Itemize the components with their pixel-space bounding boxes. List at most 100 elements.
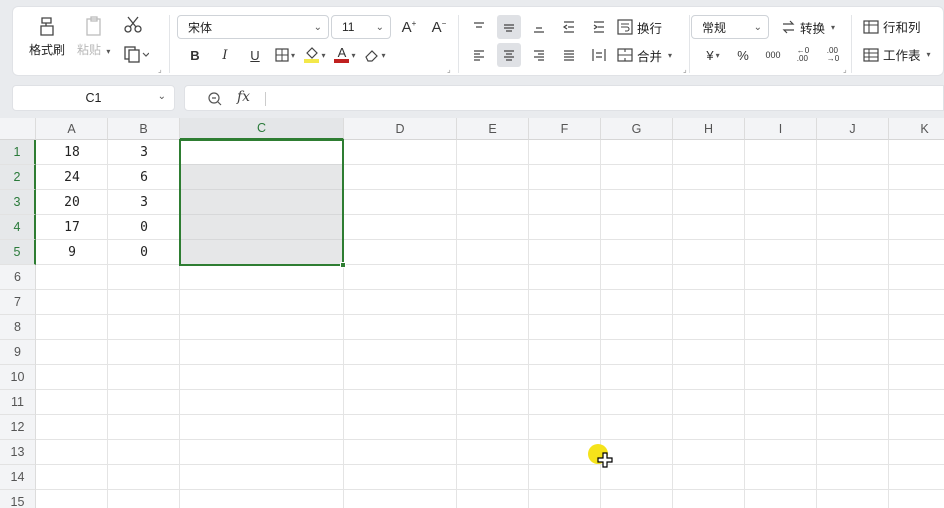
convert-icon xyxy=(782,20,795,34)
align-center-button[interactable] xyxy=(497,43,521,67)
cell-a1[interactable]: 18 xyxy=(36,140,108,165)
row-header-14[interactable]: 14 xyxy=(0,465,36,490)
justify-button[interactable] xyxy=(557,43,581,67)
outdent-icon xyxy=(562,21,574,33)
underline-button[interactable]: U xyxy=(243,43,267,67)
thousands-icon: 000 xyxy=(765,50,781,60)
decrease-indent-button[interactable] xyxy=(557,15,581,39)
copy-button[interactable] xyxy=(123,45,149,63)
align-right-button[interactable] xyxy=(527,43,551,67)
align-bottom-button[interactable] xyxy=(527,15,551,39)
function-icon[interactable]: fx xyxy=(237,89,250,105)
font-name-value: 宋体 xyxy=(188,20,213,35)
zoom-icon[interactable] xyxy=(207,91,223,112)
increase-font-button[interactable]: A+ xyxy=(397,15,421,39)
name-box[interactable]: C1 ⌄ xyxy=(12,85,175,111)
font-size-value: 11 xyxy=(342,20,355,34)
number-format-select[interactable]: 常规 ⌄ xyxy=(691,15,769,39)
column-header-f[interactable]: F xyxy=(529,118,601,140)
cut-button[interactable] xyxy=(123,15,143,35)
column-header-d[interactable]: D xyxy=(344,118,457,140)
decrease-decimal-button[interactable]: .00 →0 xyxy=(821,43,845,67)
font-dialog-launcher[interactable]: ⌟ xyxy=(447,65,451,74)
row-header-1[interactable]: 1 xyxy=(0,140,36,165)
row-header-8[interactable]: 8 xyxy=(0,315,36,340)
row-header-13[interactable]: 13 xyxy=(0,440,36,465)
gridline xyxy=(36,464,944,465)
increase-decimal-button[interactable]: ←0.00 xyxy=(791,43,815,67)
percent-button[interactable]: % xyxy=(731,43,755,67)
column-header-c[interactable]: C xyxy=(180,118,344,140)
gridline xyxy=(36,489,944,490)
selection-range[interactable] xyxy=(179,139,346,268)
distribute-button[interactable] xyxy=(587,43,611,67)
thousands-button[interactable]: 000 xyxy=(761,43,785,67)
increase-indent-button[interactable] xyxy=(587,15,611,39)
gridline xyxy=(672,140,673,508)
merge-button[interactable]: 合并 ▾ xyxy=(617,46,672,65)
column-header-a[interactable]: A xyxy=(36,118,108,140)
paste-button[interactable]: 粘贴 ▾ xyxy=(77,15,110,58)
column-header-e[interactable]: E xyxy=(457,118,529,140)
cell-a3[interactable]: 20 xyxy=(36,190,108,215)
font-color-button[interactable]: A ▾ xyxy=(333,43,357,67)
row-header-15[interactable]: 15 xyxy=(0,490,36,508)
select-all-corner[interactable] xyxy=(0,118,36,140)
align-top-button[interactable] xyxy=(467,15,491,39)
column-header-k[interactable]: K xyxy=(889,118,944,140)
column-header-j[interactable]: J xyxy=(817,118,889,140)
alignment-dialog-launcher[interactable]: ⌟ xyxy=(683,65,687,74)
row-header-6[interactable]: 6 xyxy=(0,265,36,290)
align-left-button[interactable] xyxy=(467,43,491,67)
active-cell[interactable] xyxy=(181,141,342,164)
row-header-4[interactable]: 4 xyxy=(0,215,36,240)
number-dialog-launcher[interactable]: ⌟ xyxy=(843,65,847,74)
wrap-text-button[interactable]: 换行 xyxy=(617,18,662,37)
font-color-swatch xyxy=(334,59,350,63)
fill-color-button[interactable]: ▾ xyxy=(303,43,327,67)
formula-bar[interactable]: fx xyxy=(184,85,944,111)
cell-b3[interactable]: 3 xyxy=(108,190,180,215)
row-header-2[interactable]: 2 xyxy=(0,165,36,190)
cell-b5[interactable]: 0 xyxy=(108,240,180,265)
row-header-7[interactable]: 7 xyxy=(0,290,36,315)
font-group: 宋体 ⌄ 11 ⌄ A+ A− B I U ▾ ▾ A ▾ ▾ ⌟ xyxy=(177,7,455,77)
font-name-select[interactable]: 宋体 ⌄ xyxy=(177,15,329,39)
bold-button[interactable]: B xyxy=(183,43,207,67)
align-middle-button[interactable] xyxy=(497,15,521,39)
worksheet-button[interactable]: 工作表 ▾ xyxy=(863,45,931,64)
column-header-h[interactable]: H xyxy=(673,118,745,140)
column-header-g[interactable]: G xyxy=(601,118,673,140)
italic-button[interactable]: I xyxy=(213,43,237,67)
format-painter-button[interactable]: 格式刷 xyxy=(29,15,65,58)
cell-a4[interactable]: 17 xyxy=(36,215,108,240)
cell-b1[interactable]: 3 xyxy=(108,140,180,165)
format-painter-label: 格式刷 xyxy=(29,43,66,57)
font-size-select[interactable]: 11 ⌄ xyxy=(331,15,391,39)
row-header-5[interactable]: 5 xyxy=(0,240,36,265)
borders-button[interactable]: ▾ xyxy=(273,43,297,67)
column-header-i[interactable]: I xyxy=(745,118,817,140)
row-header-9[interactable]: 9 xyxy=(0,340,36,365)
row-header-11[interactable]: 11 xyxy=(0,390,36,415)
chevron-down-icon: ⌄ xyxy=(753,21,762,33)
fill-handle[interactable] xyxy=(340,262,346,268)
currency-button[interactable]: ¥ ▾ xyxy=(701,43,725,67)
worksheet-icon xyxy=(863,47,879,62)
rows-columns-button[interactable]: 行和列 xyxy=(863,17,921,36)
row-header-3[interactable]: 3 xyxy=(0,190,36,215)
convert-button[interactable]: 转换 ▾ xyxy=(781,18,835,37)
chevron-down-icon: ⌄ xyxy=(157,91,166,102)
decrease-font-button[interactable]: A− xyxy=(427,15,451,39)
clear-button[interactable]: ▾ xyxy=(363,43,387,67)
cell-a2[interactable]: 24 xyxy=(36,165,108,190)
spreadsheet-grid[interactable]: A B C D E F G H I J K 1 2 3 4 5 6 7 8 9 10 11 12 13 14 15 18 24 20 17… xyxy=(0,118,944,508)
cell-b4[interactable]: 0 xyxy=(108,215,180,240)
row-header-12[interactable]: 12 xyxy=(0,415,36,440)
clipboard-dialog-launcher[interactable]: ⌟ xyxy=(158,65,162,74)
cell-a5[interactable]: 9 xyxy=(36,240,108,265)
cell-b2[interactable]: 6 xyxy=(108,165,180,190)
gridline xyxy=(816,140,817,508)
column-header-b[interactable]: B xyxy=(108,118,180,140)
row-header-10[interactable]: 10 xyxy=(0,365,36,390)
